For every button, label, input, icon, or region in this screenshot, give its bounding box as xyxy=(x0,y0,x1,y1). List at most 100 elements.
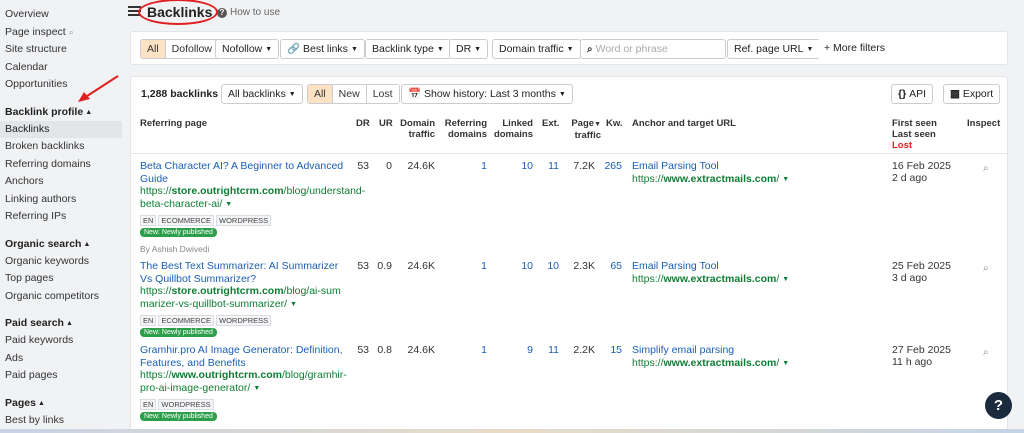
export-button[interactable]: ▩ Export xyxy=(943,84,1001,104)
sidebar-item-page-inspect[interactable]: Page inspect ⌕ xyxy=(0,24,122,42)
ur-value: 0 xyxy=(386,160,392,172)
sidebar-item-paid-keywords[interactable]: Paid keywords xyxy=(0,332,122,350)
column-header-anchor[interactable]: Anchor and target URL xyxy=(632,118,736,129)
dr-dropdown[interactable]: DR ▼ xyxy=(449,39,489,59)
nofollow-dropdown[interactable]: Nofollow ▼ xyxy=(215,39,280,59)
column-header-ur[interactable]: UR xyxy=(379,118,393,129)
nofollow-label: Nofollow xyxy=(222,43,263,55)
help-button[interactable]: ? xyxy=(985,392,1012,419)
linked-domains-value[interactable]: 10 xyxy=(511,160,533,172)
header-lost: Lost xyxy=(892,140,913,151)
first-seen-date: 16 Feb 2025 xyxy=(892,160,951,172)
chevron-down-icon[interactable]: ▼ xyxy=(225,201,232,208)
column-header-ext[interactable]: Ext. xyxy=(542,118,559,129)
sidebar-section-pages[interactable]: Pages ▲ xyxy=(0,394,122,412)
tab-new[interactable]: New xyxy=(332,85,367,103)
column-header-seen[interactable]: First seen Last seen Lost xyxy=(892,118,937,151)
ext-value[interactable]: 11 xyxy=(542,344,559,356)
sidebar-section-organic-search[interactable]: Organic search ▲ xyxy=(0,235,122,253)
chevron-down-icon[interactable]: ▼ xyxy=(782,176,789,183)
sidebar-item-overview[interactable]: Overview xyxy=(0,6,122,24)
target-url-link[interactable]: https://www.extractmails.com/▼ xyxy=(632,273,789,285)
sidebar-section-paid-search[interactable]: Paid search ▲ xyxy=(0,314,122,332)
keywords-value[interactable]: 65 xyxy=(600,260,622,272)
column-header-linked-domains[interactable]: Linked domains xyxy=(491,118,533,140)
sidebar-item-ads[interactable]: Ads xyxy=(0,350,122,368)
referring-domains-value[interactable]: 1 xyxy=(467,260,487,272)
header-line: Referring xyxy=(444,118,487,129)
best-links-dropdown[interactable]: 🔗 Best links ▼ xyxy=(280,39,365,59)
more-filters-button[interactable]: + More filters xyxy=(818,39,891,59)
sidebar-item-organic-keywords[interactable]: Organic keywords xyxy=(0,253,122,271)
author-label: By Ashish Dwivedi xyxy=(140,243,210,254)
last-seen-date: 11 h ago xyxy=(892,356,933,368)
referring-domains-value[interactable]: 1 xyxy=(467,160,487,172)
tab-all[interactable]: All xyxy=(308,85,333,103)
column-header-domain-traffic[interactable]: Domain traffic xyxy=(397,118,435,140)
history-dropdown[interactable]: 📅 Show history: Last 3 months ▼ xyxy=(401,84,573,104)
backlink-type-dropdown[interactable]: Backlink type ▼ xyxy=(365,39,451,59)
export-icon: ▩ xyxy=(950,88,963,100)
sidebar-item-organic-competitors[interactable]: Organic competitors xyxy=(0,288,122,306)
referring-page-url-link[interactable]: https://www.outrightcrm.com/blog/gramhir… xyxy=(140,369,348,395)
sidebar-item-linking-authors[interactable]: Linking authors xyxy=(0,191,122,209)
target-url-link[interactable]: https://www.extractmails.com/▼ xyxy=(632,173,789,185)
referring-page-url-link[interactable]: https://store.outrightcrm.com/blog/ai-su… xyxy=(140,285,348,311)
chevron-down-icon[interactable]: ▼ xyxy=(253,385,260,392)
chevron-down-icon: ▼ xyxy=(436,46,444,53)
tab-lost[interactable]: Lost xyxy=(366,85,399,103)
column-header-referring-domains[interactable]: Referring domains xyxy=(441,118,487,140)
domain-traffic-dropdown[interactable]: Domain traffic ▼ xyxy=(492,39,581,59)
backlink-scope-dropdown[interactable]: All backlinks ▼ xyxy=(221,84,303,104)
target-url-link[interactable]: https://www.extractmails.com/▼ xyxy=(632,357,789,369)
header-line: domains xyxy=(447,129,487,140)
sidebar-item-paid-pages[interactable]: Paid pages xyxy=(0,367,122,385)
sidebar-item-referring-domains[interactable]: Referring domains xyxy=(0,156,122,174)
sidebar-item-anchors[interactable]: Anchors xyxy=(0,173,122,191)
anchor-text: Email Parsing Tool xyxy=(632,260,719,272)
ext-value[interactable]: 10 xyxy=(542,260,559,272)
chevron-down-icon[interactable]: ▼ xyxy=(782,360,789,367)
api-button[interactable]: {} API xyxy=(891,84,934,104)
url-domain: www.extractmails.com xyxy=(663,357,777,369)
calendar-icon: 📅 xyxy=(408,88,424,100)
word-phrase-search-input[interactable]: ⌕ Word or phrase xyxy=(580,39,726,59)
filter-dofollow[interactable]: Dofollow xyxy=(165,40,218,58)
sidebar-item-top-pages[interactable]: Top pages xyxy=(0,270,122,288)
keywords-value[interactable]: 265 xyxy=(600,160,622,172)
url-prefix: https:// xyxy=(140,285,172,297)
inspect-icon[interactable]: ⌕ xyxy=(983,163,989,174)
referring-page-title-link[interactable]: Gramhir.pro AI Image Generator: Definiti… xyxy=(140,344,348,369)
inspect-icon[interactable]: ⌕ xyxy=(983,347,989,358)
referring-page-title-link[interactable]: The Best Text Summarizer: AI Summarizer … xyxy=(140,260,348,285)
chevron-down-icon[interactable]: ▼ xyxy=(290,301,297,308)
sort-desc-icon: ▼ xyxy=(594,121,601,128)
referring-page-title-link[interactable]: Beta Character AI? A Beginner to Advance… xyxy=(140,160,348,185)
page-traffic-value: 2.2K xyxy=(573,344,595,356)
column-header-referring-page[interactable]: Referring page xyxy=(140,118,207,129)
column-header-kw[interactable]: Kw. xyxy=(606,118,623,129)
chevron-down-icon: ▼ xyxy=(566,46,574,53)
linked-domains-value[interactable]: 9 xyxy=(511,344,533,356)
linked-domains-value[interactable]: 10 xyxy=(511,260,533,272)
ext-value[interactable]: 11 xyxy=(542,160,559,172)
column-header-dr[interactable]: DR xyxy=(356,118,370,129)
sidebar-item-best-by-links[interactable]: Best by links xyxy=(0,412,122,430)
status-badge: New: Newly published xyxy=(140,328,217,337)
keywords-value[interactable]: 15 xyxy=(600,344,622,356)
chevron-down-icon[interactable]: ▼ xyxy=(782,276,789,283)
referring-domains-value[interactable]: 1 xyxy=(467,344,487,356)
inspect-icon[interactable]: ⌕ xyxy=(983,263,989,274)
ref-page-url-dropdown[interactable]: Ref. page URL ▼ xyxy=(727,39,821,59)
column-header-page-traffic[interactable]: Page▼ traffic xyxy=(561,118,601,141)
sidebar-section-backlink-profile[interactable]: Backlink profile ▲ xyxy=(0,103,122,121)
sidebar-item-referring-ips[interactable]: Referring IPs xyxy=(0,208,122,226)
domain-traffic-label: Domain traffic xyxy=(499,43,564,55)
sidebar-item-site-structure[interactable]: Site structure xyxy=(0,41,122,59)
how-to-use-link[interactable]: ? How to use xyxy=(217,7,280,18)
sidebar-item-backlinks[interactable]: Backlinks xyxy=(0,120,122,138)
domain-traffic-value: 24.6K xyxy=(407,260,435,272)
sidebar-item-broken-backlinks[interactable]: Broken backlinks xyxy=(0,138,122,156)
filter-all[interactable]: All xyxy=(141,40,166,58)
referring-page-url-link[interactable]: https://store.outrightcrm.com/blog/under… xyxy=(140,185,365,211)
